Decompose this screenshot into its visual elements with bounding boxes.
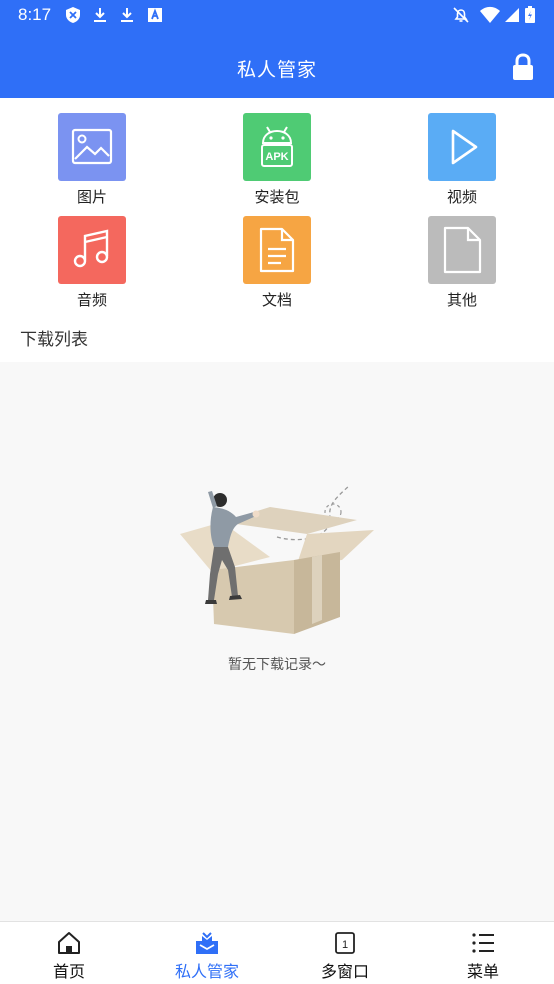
image-icon — [71, 128, 113, 165]
category-tile — [428, 113, 496, 181]
svg-text:APK: APK — [265, 151, 288, 163]
category-label: 文档 — [261, 291, 292, 309]
app-header: 8:17 私人管家 — [0, 0, 554, 98]
empty-state-text: 暂无下载记录～ — [228, 657, 326, 673]
download-list-title: 下载列表 — [20, 330, 88, 350]
category-label: 图片 — [76, 188, 107, 206]
bell-off-icon — [453, 7, 469, 23]
battery-icon — [525, 6, 535, 23]
menu-list-icon — [472, 933, 494, 953]
download-icon — [121, 8, 133, 22]
nav-label: 首页 — [52, 962, 85, 981]
nav-label: 多窗口 — [320, 962, 369, 981]
android-apk-icon: APK — [261, 126, 293, 167]
wifi-icon — [480, 6, 500, 23]
bottom-navigation: 首页 私人管家 1 多窗口 菜单 — [0, 921, 554, 984]
page-title: 私人管家 — [236, 59, 317, 81]
nav-label: 菜单 — [466, 962, 499, 981]
category-label: 安装包 — [254, 188, 300, 206]
category-tile: APK — [243, 113, 311, 181]
category-videos[interactable]: 视频 — [417, 113, 507, 207]
lock-icon[interactable] — [510, 52, 536, 82]
category-apk[interactable]: APK 安装包 — [232, 113, 322, 207]
category-label: 其他 — [446, 291, 477, 309]
document-icon — [259, 227, 295, 273]
person-with-box-illustration — [180, 484, 374, 634]
butler-icon — [196, 932, 218, 954]
category-documents[interactable]: 文档 — [232, 216, 322, 310]
file-icon — [443, 226, 482, 274]
download-list: 暂无下载记录～ — [0, 362, 554, 921]
category-tile — [428, 216, 496, 284]
category-audio[interactable]: 音频 — [47, 216, 137, 310]
download-icon — [94, 8, 106, 22]
music-note-icon — [73, 229, 109, 268]
category-label: 音频 — [76, 291, 107, 309]
windows-count-icon: 1 — [335, 932, 355, 954]
category-label: 视频 — [446, 188, 477, 206]
category-tile — [243, 216, 311, 284]
nav-label: 私人管家 — [174, 962, 239, 981]
nav-multi-window[interactable]: 1 多窗口 — [276, 922, 414, 984]
category-others[interactable]: 其他 — [417, 216, 507, 310]
status-bar: 8:17 — [0, 0, 554, 32]
play-icon — [451, 129, 478, 165]
window-count-badge: 1 — [342, 939, 348, 951]
home-icon — [58, 932, 80, 954]
nav-private-butler[interactable]: 私人管家 — [138, 922, 276, 984]
status-time: 8:17 — [18, 5, 52, 24]
category-tile — [58, 113, 126, 181]
shield-icon — [66, 7, 80, 23]
nav-home[interactable]: 首页 — [0, 922, 138, 984]
font-icon — [148, 8, 162, 22]
signal-icon — [505, 8, 519, 22]
nav-menu[interactable]: 菜单 — [414, 922, 552, 984]
category-tile — [58, 216, 126, 284]
category-images[interactable]: 图片 — [47, 113, 137, 207]
